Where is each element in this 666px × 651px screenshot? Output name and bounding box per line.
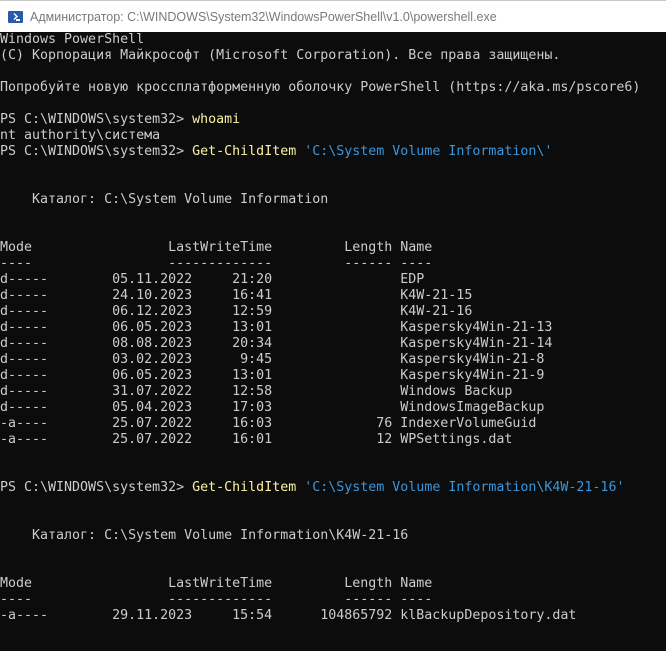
command-text: whoami xyxy=(192,112,241,127)
console-line: d----- 03.02.2023 9:45 Kaspersky4Win-21-… xyxy=(0,352,666,368)
window-title: Администратор: C:\WINDOWS\System32\Windo… xyxy=(30,10,497,24)
console-text: d----- 08.08.2023 20:34 Kaspersky4Win-21… xyxy=(0,336,553,351)
powershell-icon xyxy=(8,11,23,23)
console-line: PS C:\WINDOWS\system32> whoami xyxy=(0,112,666,128)
console-line: d----- 06.05.2023 13:01 Kaspersky4Win-21… xyxy=(0,368,666,384)
console-text: ---- ------------- ------ ---- xyxy=(0,256,433,271)
console-text: Каталог: C:\System Volume Information\K4… xyxy=(0,528,409,543)
console-text: (C) Корпорация Майкрософт (Microsoft Cor… xyxy=(0,48,561,63)
console-text: Windows PowerShell xyxy=(0,32,145,47)
console-line: Каталог: C:\System Volume Information xyxy=(0,192,666,208)
console-text: Каталог: C:\System Volume Information xyxy=(0,192,329,207)
console-line: PS C:\WINDOWS\system32> Get-ChildItem 'C… xyxy=(0,480,666,496)
console-text: Mode LastWriteTime Length Name xyxy=(0,576,433,591)
console-text: PS C:\WINDOWS\system32> xyxy=(0,480,193,495)
console-text: d----- 03.02.2023 9:45 Kaspersky4Win-21-… xyxy=(0,352,545,367)
console-text: d----- 31.07.2022 12:58 Windows Backup xyxy=(0,384,513,399)
console-text: -a---- 25.07.2022 16:03 76 IndexerVolume… xyxy=(0,416,537,431)
string-argument: 'C:\System Volume Information\K4W-21-16' xyxy=(304,480,625,495)
console-line: nt authority\система xyxy=(0,128,666,144)
console-line: d----- 31.07.2022 12:58 Windows Backup xyxy=(0,384,666,400)
console-line: PS C:\WINDOWS\system32> Get-ChildItem 'C… xyxy=(0,144,666,160)
console-text: nt authority\система xyxy=(0,128,161,143)
console-line: Mode LastWriteTime Length Name xyxy=(0,576,666,592)
console-text: d----- 06.05.2023 13:01 Kaspersky4Win-21… xyxy=(0,368,545,383)
command-text: Get-ChildItem xyxy=(192,480,297,495)
console-line: d----- 06.05.2023 13:01 Kaspersky4Win-21… xyxy=(0,320,666,336)
console-line: ---- ------------- ------ ---- xyxy=(0,256,666,272)
console-text: d----- 06.05.2023 13:01 Kaspersky4Win-21… xyxy=(0,320,553,335)
console-line: -a---- 29.11.2023 15:54 104865792 klBack… xyxy=(0,608,666,624)
console-line: Windows PowerShell xyxy=(0,32,666,48)
console-line: (C) Корпорация Майкрософт (Microsoft Cor… xyxy=(0,48,666,64)
console-text: d----- 05.04.2023 17:03 WindowsImageBack… xyxy=(0,400,545,415)
console-text: d----- 06.12.2023 12:59 K4W-21-16 xyxy=(0,304,473,319)
console-output[interactable]: Windows PowerShell (C) Корпорация Майкрос… xyxy=(0,32,666,651)
console-text: PS C:\WINDOWS\system32> xyxy=(0,112,193,127)
console-line: -a---- 25.07.2022 16:01 12 WPSettings.da… xyxy=(0,432,666,448)
console-text: -a---- 25.07.2022 16:01 12 WPSettings.da… xyxy=(0,432,513,447)
title-bar[interactable]: Администратор: C:\WINDOWS\System32\Windo… xyxy=(0,0,666,32)
console-line: -a---- 25.07.2022 16:03 76 IndexerVolume… xyxy=(0,416,666,432)
console-text: Mode LastWriteTime Length Name xyxy=(0,240,433,255)
console-line: d----- 08.08.2023 20:34 Kaspersky4Win-21… xyxy=(0,336,666,352)
console-text: d----- 05.11.2022 21:20 EDP xyxy=(0,272,425,287)
console-line: Попробуйте новую кроссплатформенную обол… xyxy=(0,80,666,96)
console-text: -a---- 29.11.2023 15:54 104865792 klBack… xyxy=(0,608,577,623)
console-text: PS C:\WINDOWS\system32> xyxy=(0,144,193,159)
console-line: ---- ------------- ------ ---- xyxy=(0,592,666,608)
console-line: d----- 06.12.2023 12:59 K4W-21-16 xyxy=(0,304,666,320)
console-text: Попробуйте новую кроссплатформенную обол… xyxy=(0,80,641,95)
console-line: d----- 05.11.2022 21:20 EDP xyxy=(0,272,666,288)
string-argument: 'C:\System Volume Information\' xyxy=(304,144,553,159)
console-line: d----- 05.04.2023 17:03 WindowsImageBack… xyxy=(0,400,666,416)
console-text: d----- 24.10.2023 16:41 K4W-21-15 xyxy=(0,288,473,303)
console-line: Mode LastWriteTime Length Name xyxy=(0,240,666,256)
console-line: d----- 24.10.2023 16:41 K4W-21-15 xyxy=(0,288,666,304)
command-text: Get-ChildItem xyxy=(192,144,297,159)
console-line: Каталог: C:\System Volume Information\K4… xyxy=(0,528,666,544)
console-text: ---- ------------- ------ ---- xyxy=(0,592,433,607)
